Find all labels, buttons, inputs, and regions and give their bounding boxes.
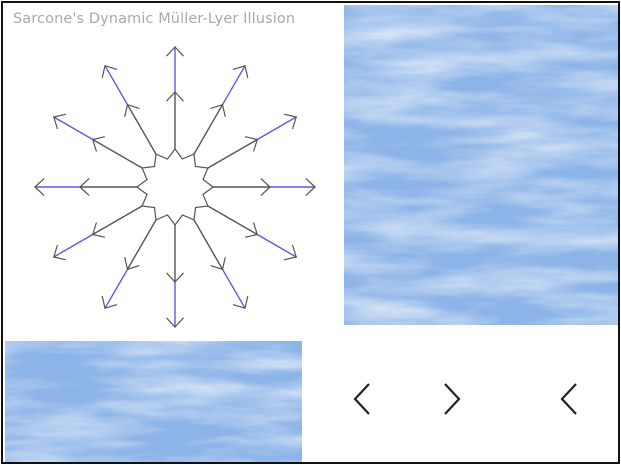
arm-fin — [166, 46, 176, 57]
previous-icon[interactable] — [349, 379, 377, 419]
arm-gray-segment — [91, 138, 143, 169]
arm-fin — [305, 186, 316, 196]
arm-fin — [92, 136, 106, 141]
arm-fin — [221, 257, 226, 270]
arm-fin — [79, 178, 90, 188]
arm-fin — [166, 91, 176, 102]
arm-fin — [53, 113, 67, 118]
arm-fin — [34, 186, 45, 196]
arm-fin — [101, 65, 106, 79]
arm-fin — [283, 113, 297, 118]
arm-blue-segment — [53, 116, 94, 141]
next-icon[interactable] — [437, 379, 465, 419]
arm-fin — [305, 178, 316, 188]
arm-blue-segment — [104, 65, 129, 106]
arm-fin — [174, 91, 184, 102]
arm-fin — [79, 186, 90, 196]
arm-blue-segment — [104, 268, 129, 309]
sky-texture-panel — [344, 5, 618, 325]
arm-fin — [101, 295, 106, 309]
arm-fin — [53, 256, 67, 261]
arm-fin — [92, 233, 106, 238]
arm-gray-segment — [126, 103, 157, 155]
arm-gray-segment — [207, 138, 259, 169]
arm-fin — [245, 233, 258, 238]
arm-blue-segment — [221, 268, 246, 309]
arm-blue-segment — [53, 233, 94, 258]
arm-fin — [166, 317, 176, 328]
arm-fin — [174, 317, 184, 328]
illusion-frame: Sarcone's Dynamic Müller-Lyer Illusion — [1, 1, 620, 464]
muller-lyer-star — [34, 46, 316, 328]
arm-fin — [245, 136, 258, 141]
arm-fin — [174, 46, 184, 57]
arm-fin — [166, 272, 176, 283]
arm-fin — [124, 257, 129, 270]
sky-texture-panel — [5, 341, 302, 462]
arm-gray-segment — [193, 219, 224, 270]
arm-fin — [174, 272, 184, 283]
arm-gray-segment — [207, 205, 259, 236]
arm-gray-segment — [126, 219, 157, 270]
arm-blue-segment — [256, 233, 297, 258]
arm-fin — [221, 104, 226, 118]
arm-blue-segment — [256, 116, 297, 141]
previous-icon[interactable] — [556, 379, 584, 419]
arm-gray-segment — [91, 205, 143, 236]
arm-fin — [260, 178, 271, 188]
arm-fin — [124, 104, 129, 118]
arm-fin — [260, 186, 271, 196]
arm-fin — [244, 65, 249, 79]
arm-fin — [244, 295, 249, 309]
arm-blue-segment — [221, 65, 246, 106]
arm-fin — [283, 256, 297, 261]
arm-gray-segment — [193, 103, 224, 155]
arm-fin — [34, 178, 45, 188]
center-star-outline — [136, 148, 214, 226]
